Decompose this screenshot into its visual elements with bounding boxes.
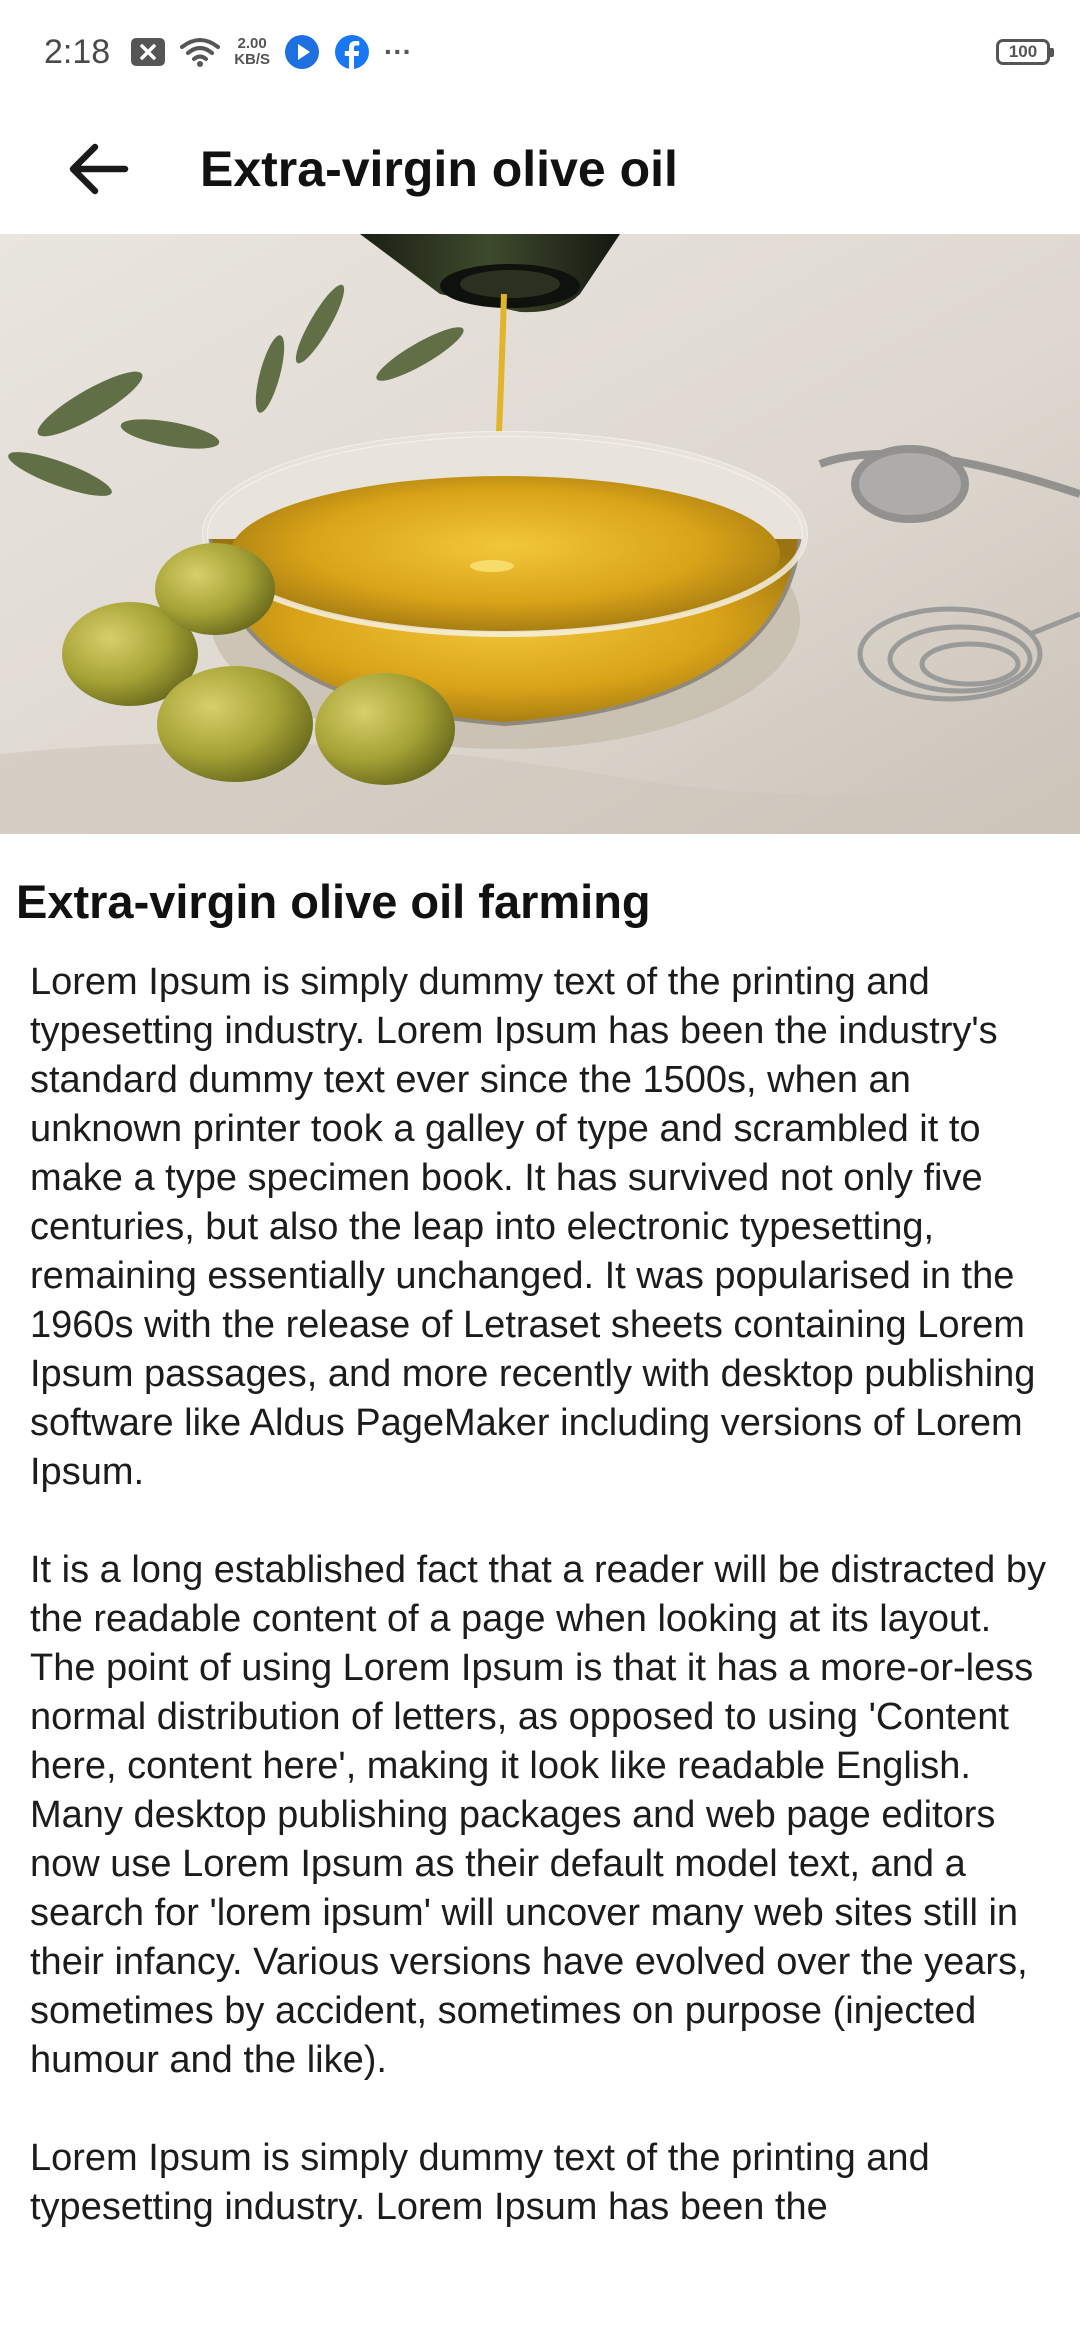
status-time: 2:18 — [44, 32, 111, 71]
article-paragraph-2: It is a long established fact that a rea… — [30, 1549, 1046, 2082]
status-bar: 2:18 2.00 KB/S ··· 100 — [0, 0, 1080, 104]
back-button[interactable] — [58, 129, 138, 209]
article-title: Extra-virgin olive oil farming — [16, 875, 651, 928]
app-bar: Extra-virgin olive oil — [0, 104, 1080, 234]
hero-image — [0, 234, 1080, 834]
status-left: 2:18 2.00 KB/S ··· — [44, 33, 412, 72]
network-speed-value: 2.00 — [237, 35, 267, 52]
battery-level: 100 — [1008, 42, 1038, 61]
page-title: Extra-virgin olive oil — [200, 141, 678, 197]
olive-oil-photo — [0, 234, 1080, 834]
wifi-icon — [180, 36, 221, 68]
article-paragraph-1: Lorem Ipsum is simply dummy text of the … — [30, 961, 1036, 1494]
network-speed: 2.00 KB/S — [234, 36, 270, 68]
article-paragraph-3: Lorem Ipsum is simply dummy text of the … — [30, 2137, 930, 2229]
more-notifications-icon: ··· — [384, 36, 413, 67]
status-right: 100 — [996, 39, 1054, 65]
network-speed-unit: KB/S — [234, 51, 271, 68]
play-notification-icon — [284, 34, 320, 70]
article-content: Extra-virgin olive oil farming Lorem Ips… — [0, 834, 1080, 2232]
screenshot-notification-icon — [130, 37, 166, 67]
battery-icon: 100 — [996, 39, 1054, 65]
arrow-left-icon — [69, 143, 129, 195]
facebook-icon — [334, 34, 370, 70]
